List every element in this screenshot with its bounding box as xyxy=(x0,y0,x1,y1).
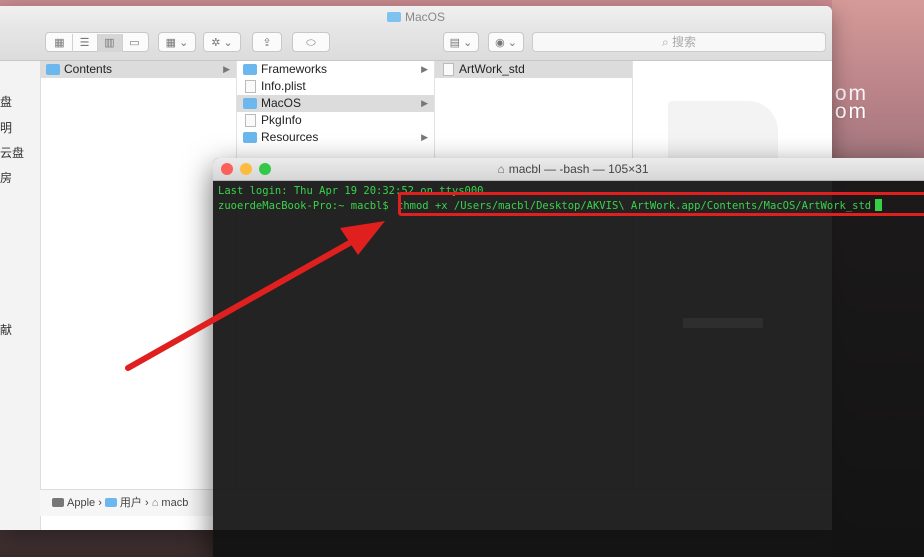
folder-icon xyxy=(46,64,60,75)
folder-icon xyxy=(243,98,257,109)
finder-titlebar[interactable]: MacOS xyxy=(0,6,832,28)
folder-icon xyxy=(104,498,117,507)
shell-prompt: zuoerdeMacBook-Pro:~ macbl$ xyxy=(218,200,389,212)
chevron-right-icon: ▶ xyxy=(421,132,428,142)
item-label: Contents xyxy=(64,62,113,76)
close-button[interactable] xyxy=(221,163,233,175)
minimize-button[interactable] xyxy=(240,163,252,175)
finder-title: MacOS xyxy=(404,10,445,24)
highlight-box xyxy=(398,192,924,216)
faint-background xyxy=(683,318,763,328)
item-label: Info.plist xyxy=(261,79,306,93)
tag-icon[interactable]: ⬭ xyxy=(292,32,330,52)
arrange-button[interactable]: ▦ ⌄ xyxy=(158,32,196,52)
chevron-right-icon: ▶ xyxy=(421,98,428,108)
folder-icon xyxy=(243,64,257,75)
drive-icon xyxy=(52,498,64,507)
home-icon: ⌂ xyxy=(151,497,159,509)
list-item-artwork-std[interactable]: ArtWork_std xyxy=(435,61,632,78)
cover-flow-icon[interactable]: ▭ xyxy=(123,34,147,52)
icon-view-icon[interactable]: ▦ xyxy=(48,34,73,52)
folder-icon xyxy=(243,132,257,143)
item-label: MacOS xyxy=(261,96,302,110)
chevron-right-icon: ▶ xyxy=(223,64,230,74)
terminal-title: macbl — -bash — 105×31 xyxy=(508,162,649,176)
file-icon xyxy=(443,63,454,76)
chevron-right-icon: ▶ xyxy=(421,64,428,74)
column-view-icon[interactable]: ▥ xyxy=(97,34,123,52)
list-item-contents[interactable]: Contents ▶ xyxy=(40,61,236,78)
folder-icon xyxy=(386,12,401,22)
search-input[interactable]: ⌕ 搜索 xyxy=(532,32,826,52)
sidebar-item[interactable]: 房 xyxy=(0,169,12,186)
path-segment[interactable]: 用户 xyxy=(120,497,142,509)
extension-icon[interactable]: ◉ ⌄ xyxy=(488,32,524,52)
item-label: PkgInfo xyxy=(261,113,302,127)
item-label: Resources xyxy=(261,130,319,144)
home-icon: ⌂ xyxy=(497,162,505,176)
list-item-info-plist[interactable]: Info.plist xyxy=(237,78,434,95)
path-segment[interactable]: macb xyxy=(161,497,188,509)
sidebar-item[interactable]: 盘 xyxy=(0,93,12,110)
search-placeholder: 搜索 xyxy=(672,35,697,49)
sidebar-item[interactable]: 云盘 xyxy=(0,144,24,161)
zoom-button[interactable] xyxy=(259,163,271,175)
terminal-window: ⌂ macbl — -bash — 105×31 Last login: Thu … xyxy=(213,158,924,557)
path-segment[interactable]: Apple xyxy=(67,497,95,509)
column-1: Contents ▶ xyxy=(40,61,237,500)
finder-sidebar: 盘 明 云盘 房 献 xyxy=(0,61,41,530)
sidebar-item[interactable]: 明 xyxy=(0,119,12,136)
list-view-icon[interactable]: ☰ xyxy=(73,34,98,52)
item-label: Frameworks xyxy=(261,62,328,76)
file-icon xyxy=(245,80,256,93)
file-icon xyxy=(245,114,256,127)
list-item-resources[interactable]: Resources ▶ xyxy=(237,129,434,146)
terminal-titlebar[interactable]: ⌂ macbl — -bash — 105×31 xyxy=(213,158,924,181)
list-item-pkginfo[interactable]: PkgInfo xyxy=(237,112,434,129)
action-gear-icon[interactable]: ✲ ⌄ xyxy=(203,32,241,52)
sidebar-item[interactable]: 献 xyxy=(0,321,12,338)
item-label: ArtWork_std xyxy=(459,62,525,76)
finder-toolbar: ▦ ☰ ▥ ▭ ▦ ⌄ ✲ ⌄ ⇪ ⬭ ▤ ⌄ ◉ ⌄ ⌕ 搜索 xyxy=(0,28,832,61)
document-icon[interactable]: ▤ ⌄ xyxy=(443,32,479,52)
share-icon[interactable]: ⇪ xyxy=(252,32,282,52)
list-item-frameworks[interactable]: Frameworks ▶ xyxy=(237,61,434,78)
list-item-macos[interactable]: MacOS ▶ xyxy=(237,95,434,112)
view-mode-control[interactable]: ▦ ☰ ▥ ▭ xyxy=(45,32,149,52)
